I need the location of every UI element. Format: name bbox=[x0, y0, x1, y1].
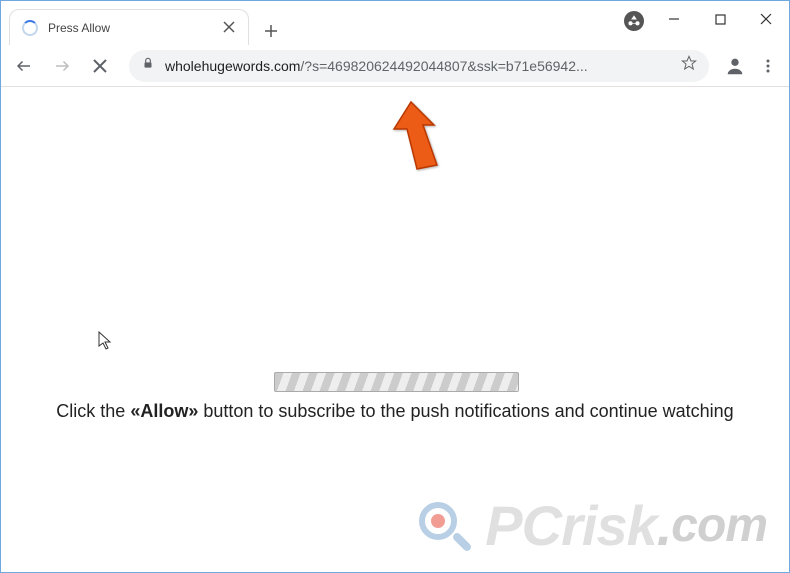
tabs-area: Press Allow bbox=[1, 1, 285, 45]
maximize-button[interactable] bbox=[697, 1, 743, 37]
profile-button[interactable] bbox=[721, 52, 749, 80]
incognito-icon bbox=[624, 11, 644, 31]
watermark-icon bbox=[413, 496, 473, 556]
url-host: wholehugewords.com bbox=[165, 58, 300, 74]
message-suffix: button to subscribe to the push notifica… bbox=[198, 401, 733, 421]
watermark-text1: PC bbox=[485, 493, 561, 558]
url-text: wholehugewords.com/?s=469820624492044807… bbox=[165, 58, 673, 74]
watermark-dot: . bbox=[657, 493, 672, 558]
browser-window: Press Allow bbox=[0, 0, 790, 573]
loading-bar bbox=[274, 372, 519, 392]
loading-spinner-icon bbox=[22, 20, 38, 36]
forward-button[interactable] bbox=[45, 49, 79, 83]
minimize-button[interactable] bbox=[651, 1, 697, 37]
page-message: Click the «Allow» button to subscribe to… bbox=[1, 401, 789, 422]
cursor-icon bbox=[98, 331, 114, 356]
stop-button[interactable] bbox=[83, 49, 117, 83]
browser-tab[interactable]: Press Allow bbox=[9, 9, 249, 45]
arrow-annotation-icon bbox=[379, 97, 449, 182]
new-tab-button[interactable] bbox=[257, 17, 285, 45]
message-strong: «Allow» bbox=[130, 401, 198, 421]
url-path: /?s=469820624492044807&ssk=b71e56942... bbox=[300, 58, 587, 74]
watermark-com: com bbox=[671, 498, 767, 553]
lock-icon bbox=[141, 56, 155, 75]
window-controls bbox=[651, 1, 789, 37]
watermark: PCrisk.com bbox=[413, 493, 767, 558]
titlebar: Press Allow bbox=[1, 1, 789, 45]
toolbar: wholehugewords.com/?s=469820624492044807… bbox=[1, 45, 789, 87]
menu-button[interactable] bbox=[753, 51, 783, 81]
message-prefix: Click the bbox=[56, 401, 130, 421]
watermark-text2: risk bbox=[561, 493, 657, 558]
close-window-button[interactable] bbox=[743, 1, 789, 37]
bookmark-icon[interactable] bbox=[681, 55, 697, 76]
close-tab-button[interactable] bbox=[222, 21, 236, 35]
tab-title: Press Allow bbox=[48, 21, 222, 35]
back-button[interactable] bbox=[7, 49, 41, 83]
address-bar[interactable]: wholehugewords.com/?s=469820624492044807… bbox=[129, 50, 709, 82]
